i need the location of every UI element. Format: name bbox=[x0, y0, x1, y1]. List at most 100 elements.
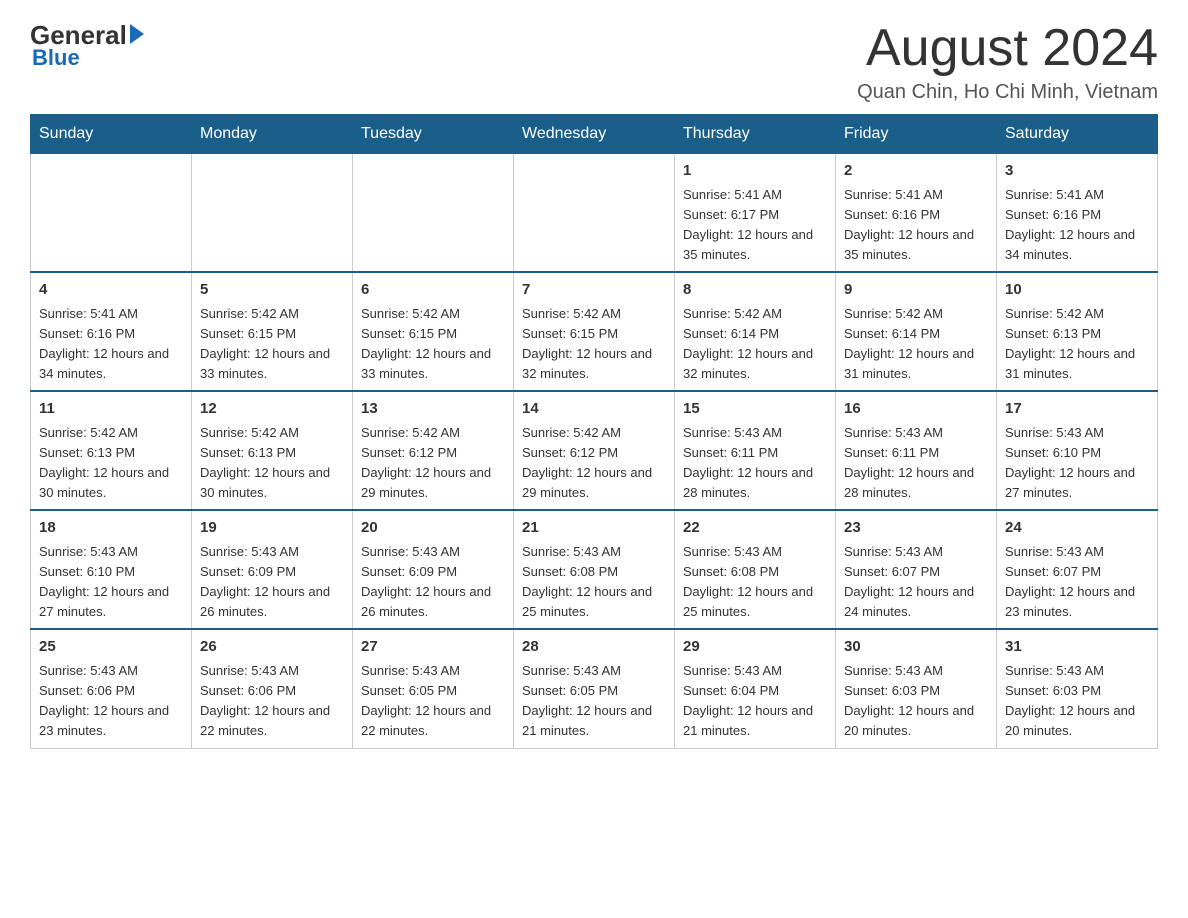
day-number: 2 bbox=[844, 160, 988, 183]
calendar-day-cell: 26Sunrise: 5:43 AM Sunset: 6:06 PM Dayli… bbox=[192, 629, 353, 748]
day-info: Sunrise: 5:43 AM Sunset: 6:08 PM Dayligh… bbox=[683, 542, 827, 623]
calendar-day-cell: 15Sunrise: 5:43 AM Sunset: 6:11 PM Dayli… bbox=[675, 391, 836, 510]
title-area: August 2024 Quan Chin, Ho Chi Minh, Viet… bbox=[857, 20, 1158, 104]
calendar-header-row: SundayMondayTuesdayWednesdayThursdayFrid… bbox=[31, 115, 1158, 154]
day-info: Sunrise: 5:42 AM Sunset: 6:15 PM Dayligh… bbox=[522, 304, 666, 385]
day-number: 13 bbox=[361, 398, 505, 421]
day-info: Sunrise: 5:43 AM Sunset: 6:11 PM Dayligh… bbox=[844, 423, 988, 504]
calendar-day-cell: 31Sunrise: 5:43 AM Sunset: 6:03 PM Dayli… bbox=[997, 629, 1158, 748]
day-info: Sunrise: 5:42 AM Sunset: 6:13 PM Dayligh… bbox=[200, 423, 344, 504]
calendar-day-cell bbox=[353, 154, 514, 273]
day-number: 5 bbox=[200, 279, 344, 302]
day-info: Sunrise: 5:42 AM Sunset: 6:15 PM Dayligh… bbox=[200, 304, 344, 385]
day-number: 23 bbox=[844, 517, 988, 540]
day-number: 1 bbox=[683, 160, 827, 183]
day-info: Sunrise: 5:43 AM Sunset: 6:09 PM Dayligh… bbox=[361, 542, 505, 623]
calendar-day-cell: 23Sunrise: 5:43 AM Sunset: 6:07 PM Dayli… bbox=[836, 510, 997, 629]
logo-area: General Blue bbox=[30, 20, 144, 71]
calendar-day-cell: 25Sunrise: 5:43 AM Sunset: 6:06 PM Dayli… bbox=[31, 629, 192, 748]
calendar-day-cell bbox=[514, 154, 675, 273]
calendar-day-cell: 21Sunrise: 5:43 AM Sunset: 6:08 PM Dayli… bbox=[514, 510, 675, 629]
calendar-day-cell: 9Sunrise: 5:42 AM Sunset: 6:14 PM Daylig… bbox=[836, 272, 997, 391]
calendar-day-cell: 20Sunrise: 5:43 AM Sunset: 6:09 PM Dayli… bbox=[353, 510, 514, 629]
day-number: 7 bbox=[522, 279, 666, 302]
calendar-day-cell: 30Sunrise: 5:43 AM Sunset: 6:03 PM Dayli… bbox=[836, 629, 997, 748]
day-info: Sunrise: 5:43 AM Sunset: 6:05 PM Dayligh… bbox=[361, 661, 505, 742]
day-number: 29 bbox=[683, 636, 827, 659]
calendar-week-row: 11Sunrise: 5:42 AM Sunset: 6:13 PM Dayli… bbox=[31, 391, 1158, 510]
day-info: Sunrise: 5:43 AM Sunset: 6:07 PM Dayligh… bbox=[1005, 542, 1149, 623]
day-info: Sunrise: 5:42 AM Sunset: 6:14 PM Dayligh… bbox=[683, 304, 827, 385]
day-number: 31 bbox=[1005, 636, 1149, 659]
day-info: Sunrise: 5:41 AM Sunset: 6:16 PM Dayligh… bbox=[844, 185, 988, 266]
calendar-week-row: 18Sunrise: 5:43 AM Sunset: 6:10 PM Dayli… bbox=[31, 510, 1158, 629]
calendar-day-cell: 24Sunrise: 5:43 AM Sunset: 6:07 PM Dayli… bbox=[997, 510, 1158, 629]
calendar-day-cell: 12Sunrise: 5:42 AM Sunset: 6:13 PM Dayli… bbox=[192, 391, 353, 510]
calendar-day-cell: 19Sunrise: 5:43 AM Sunset: 6:09 PM Dayli… bbox=[192, 510, 353, 629]
day-number: 21 bbox=[522, 517, 666, 540]
day-of-week-header: Monday bbox=[192, 115, 353, 154]
day-number: 12 bbox=[200, 398, 344, 421]
calendar-week-row: 1Sunrise: 5:41 AM Sunset: 6:17 PM Daylig… bbox=[31, 154, 1158, 273]
day-info: Sunrise: 5:43 AM Sunset: 6:08 PM Dayligh… bbox=[522, 542, 666, 623]
day-info: Sunrise: 5:43 AM Sunset: 6:11 PM Dayligh… bbox=[683, 423, 827, 504]
calendar-day-cell: 6Sunrise: 5:42 AM Sunset: 6:15 PM Daylig… bbox=[353, 272, 514, 391]
day-of-week-header: Sunday bbox=[31, 115, 192, 154]
day-info: Sunrise: 5:43 AM Sunset: 6:09 PM Dayligh… bbox=[200, 542, 344, 623]
day-number: 16 bbox=[844, 398, 988, 421]
calendar-day-cell: 10Sunrise: 5:42 AM Sunset: 6:13 PM Dayli… bbox=[997, 272, 1158, 391]
day-info: Sunrise: 5:43 AM Sunset: 6:06 PM Dayligh… bbox=[200, 661, 344, 742]
day-number: 10 bbox=[1005, 279, 1149, 302]
calendar-day-cell: 22Sunrise: 5:43 AM Sunset: 6:08 PM Dayli… bbox=[675, 510, 836, 629]
calendar-day-cell: 2Sunrise: 5:41 AM Sunset: 6:16 PM Daylig… bbox=[836, 154, 997, 273]
day-number: 4 bbox=[39, 279, 183, 302]
day-info: Sunrise: 5:41 AM Sunset: 6:17 PM Dayligh… bbox=[683, 185, 827, 266]
day-number: 6 bbox=[361, 279, 505, 302]
day-of-week-header: Friday bbox=[836, 115, 997, 154]
day-number: 24 bbox=[1005, 517, 1149, 540]
day-of-week-header: Tuesday bbox=[353, 115, 514, 154]
day-info: Sunrise: 5:41 AM Sunset: 6:16 PM Dayligh… bbox=[39, 304, 183, 385]
location-subtitle: Quan Chin, Ho Chi Minh, Vietnam bbox=[857, 81, 1158, 104]
day-info: Sunrise: 5:43 AM Sunset: 6:03 PM Dayligh… bbox=[1005, 661, 1149, 742]
day-number: 15 bbox=[683, 398, 827, 421]
day-info: Sunrise: 5:42 AM Sunset: 6:13 PM Dayligh… bbox=[39, 423, 183, 504]
logo-arrow-icon bbox=[130, 24, 144, 44]
calendar-day-cell bbox=[192, 154, 353, 273]
day-of-week-header: Saturday bbox=[997, 115, 1158, 154]
day-number: 30 bbox=[844, 636, 988, 659]
calendar-week-row: 4Sunrise: 5:41 AM Sunset: 6:16 PM Daylig… bbox=[31, 272, 1158, 391]
day-info: Sunrise: 5:43 AM Sunset: 6:06 PM Dayligh… bbox=[39, 661, 183, 742]
calendar-day-cell: 16Sunrise: 5:43 AM Sunset: 6:11 PM Dayli… bbox=[836, 391, 997, 510]
calendar-day-cell: 8Sunrise: 5:42 AM Sunset: 6:14 PM Daylig… bbox=[675, 272, 836, 391]
calendar-day-cell: 27Sunrise: 5:43 AM Sunset: 6:05 PM Dayli… bbox=[353, 629, 514, 748]
day-info: Sunrise: 5:43 AM Sunset: 6:03 PM Dayligh… bbox=[844, 661, 988, 742]
day-info: Sunrise: 5:42 AM Sunset: 6:15 PM Dayligh… bbox=[361, 304, 505, 385]
day-info: Sunrise: 5:41 AM Sunset: 6:16 PM Dayligh… bbox=[1005, 185, 1149, 266]
day-info: Sunrise: 5:42 AM Sunset: 6:14 PM Dayligh… bbox=[844, 304, 988, 385]
calendar-day-cell: 13Sunrise: 5:42 AM Sunset: 6:12 PM Dayli… bbox=[353, 391, 514, 510]
day-of-week-header: Wednesday bbox=[514, 115, 675, 154]
calendar-day-cell: 5Sunrise: 5:42 AM Sunset: 6:15 PM Daylig… bbox=[192, 272, 353, 391]
calendar-week-row: 25Sunrise: 5:43 AM Sunset: 6:06 PM Dayli… bbox=[31, 629, 1158, 748]
day-number: 11 bbox=[39, 398, 183, 421]
day-info: Sunrise: 5:43 AM Sunset: 6:10 PM Dayligh… bbox=[39, 542, 183, 623]
day-number: 17 bbox=[1005, 398, 1149, 421]
day-number: 27 bbox=[361, 636, 505, 659]
page-title: August 2024 bbox=[857, 20, 1158, 77]
day-info: Sunrise: 5:43 AM Sunset: 6:07 PM Dayligh… bbox=[844, 542, 988, 623]
calendar-day-cell: 18Sunrise: 5:43 AM Sunset: 6:10 PM Dayli… bbox=[31, 510, 192, 629]
calendar-day-cell: 4Sunrise: 5:41 AM Sunset: 6:16 PM Daylig… bbox=[31, 272, 192, 391]
day-number: 28 bbox=[522, 636, 666, 659]
calendar-day-cell: 1Sunrise: 5:41 AM Sunset: 6:17 PM Daylig… bbox=[675, 154, 836, 273]
day-info: Sunrise: 5:43 AM Sunset: 6:04 PM Dayligh… bbox=[683, 661, 827, 742]
day-number: 3 bbox=[1005, 160, 1149, 183]
day-info: Sunrise: 5:42 AM Sunset: 6:13 PM Dayligh… bbox=[1005, 304, 1149, 385]
calendar-day-cell: 17Sunrise: 5:43 AM Sunset: 6:10 PM Dayli… bbox=[997, 391, 1158, 510]
calendar-day-cell: 3Sunrise: 5:41 AM Sunset: 6:16 PM Daylig… bbox=[997, 154, 1158, 273]
day-of-week-header: Thursday bbox=[675, 115, 836, 154]
day-number: 25 bbox=[39, 636, 183, 659]
day-number: 9 bbox=[844, 279, 988, 302]
calendar-day-cell: 7Sunrise: 5:42 AM Sunset: 6:15 PM Daylig… bbox=[514, 272, 675, 391]
calendar-day-cell bbox=[31, 154, 192, 273]
